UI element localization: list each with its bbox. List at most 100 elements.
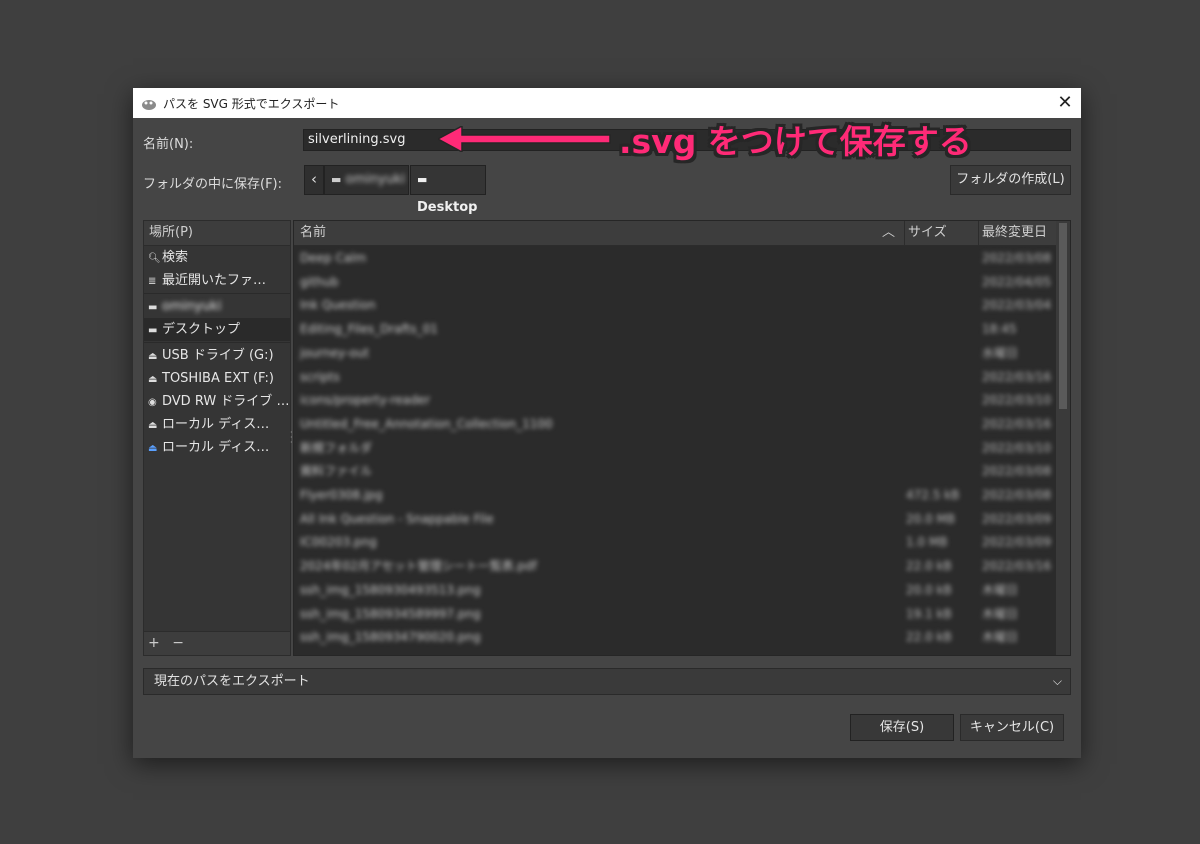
place-dvd-drive[interactable]: ◉ DVD RW ドライブ …: [144, 390, 290, 413]
file-modified: 2022/03/08: [982, 488, 1052, 502]
file-modified: 2022/03/08: [982, 251, 1052, 265]
chevron-down-icon: ⌵: [1052, 674, 1062, 688]
file-name: All Ink Question - Snappable File: [300, 511, 494, 526]
create-folder-button[interactable]: フォルダの作成(L): [950, 165, 1071, 195]
place-desktop[interactable]: ▬ デスクトップ: [144, 318, 290, 341]
table-row[interactable]: 新規フォルダ 2022/03/10: [294, 437, 1056, 460]
places-divider: [144, 342, 290, 343]
file-size: 20.0 MB: [906, 511, 956, 526]
breadcrumb-item-desktop[interactable]: ▬ Desktop: [410, 165, 486, 215]
file-name: Editing_Files_Drafts_01: [300, 322, 438, 337]
table-row[interactable]: 2024年02月アセット管理シート一覧表.pdf 22.0 kB 2022/03/1…: [294, 555, 1056, 578]
file-modified: 2022/03/09: [982, 535, 1052, 550]
export-dialog: パスを SVG 形式でエクスポート ✕ 名前(N): silverlining.…: [133, 88, 1081, 758]
places-header: 場所(P): [144, 221, 290, 246]
column-size[interactable]: サイズ: [904, 221, 947, 245]
search-icon: 🔍︎: [148, 253, 161, 264]
file-name: icons/property-reader: [300, 393, 431, 408]
folder-icon: ▬: [417, 173, 428, 186]
file-name: scripts: [300, 369, 340, 384]
file-name: ssh_img_1580930493513.png: [300, 582, 481, 597]
breadcrumb-label: ominyuki: [345, 172, 406, 187]
cancel-button[interactable]: キャンセル(C): [960, 714, 1064, 741]
file-list: 名前 ︿ サイズ 最終変更日 Deep Calm 2022/03/08 github…: [293, 220, 1071, 656]
file-size: 22.0 kB: [906, 559, 952, 574]
file-modified: 木曜日: [982, 630, 1019, 645]
table-row[interactable]: Ink Question 2022/03/04: [294, 294, 1056, 317]
gimp-icon: [141, 96, 157, 110]
export-mode-select[interactable]: 現在のパスをエクスポート ⌵: [143, 668, 1071, 695]
folder-icon: ▬: [331, 173, 342, 186]
title-bar: パスを SVG 形式でエクスポート ✕: [133, 88, 1081, 118]
place-local-disk-2[interactable]: ⏏ ローカル ディス…: [144, 436, 290, 459]
place-search[interactable]: 🔍︎検索: [144, 246, 290, 269]
file-modified: 2022/04/05: [982, 274, 1052, 289]
table-row[interactable]: ssh_img_1580934790020.png 22.0 kB 木曜日: [294, 626, 1056, 649]
file-name: Flyer0308.jpg: [300, 488, 383, 502]
file-size: 22.0 kB: [906, 630, 952, 645]
folder-icon: ▬: [148, 302, 158, 313]
table-row[interactable]: github 2022/04/05: [294, 271, 1056, 294]
save-button[interactable]: 保存(S): [850, 714, 954, 741]
remove-bookmark-button[interactable]: −: [172, 635, 184, 651]
place-usb-drive[interactable]: ⏏ USB ドライブ (G:): [144, 344, 290, 367]
table-row[interactable]: scripts 2022/03/16: [294, 366, 1056, 389]
table-row[interactable]: 資料ファイル 2022/03/08: [294, 460, 1056, 483]
file-modified: 2022/03/10: [982, 440, 1052, 455]
file-size: 20.0 kB: [906, 582, 952, 597]
save-in-folder-label: フォルダの中に保存(F):: [143, 177, 283, 192]
place-local-disk-1[interactable]: ⏏ ローカル ディス…: [144, 413, 290, 436]
scrollbar-thumb[interactable]: [1059, 223, 1067, 409]
drive-icon: ⏏: [148, 374, 158, 385]
file-modified: 18:45: [982, 322, 1017, 337]
folder-icon: ▬: [148, 325, 158, 336]
table-row[interactable]: Untitled_Free_Annotation_Collection_1100…: [294, 413, 1056, 436]
recent-icon: ≣: [148, 276, 157, 287]
place-home[interactable]: ▬ ominyuki: [144, 295, 290, 318]
breadcrumb-item[interactable]: ▬ ominyuki: [324, 165, 409, 195]
place-recent[interactable]: ≣ 最近開いたファ…: [144, 269, 290, 292]
table-row[interactable]: IC00203.png 1.0 MB 2022/03/09: [294, 531, 1056, 554]
file-name: journey-out: [300, 345, 370, 360]
table-row[interactable]: ssh_img_1580934589997.png 19.1 kB 木曜日: [294, 603, 1056, 626]
table-row[interactable]: journey-out 水曜日: [294, 342, 1056, 365]
places-footer: + −: [144, 631, 290, 655]
file-modified: 2022/03/09: [982, 511, 1052, 526]
file-modified: 2022/03/04: [982, 298, 1052, 313]
file-size: 19.1 kB: [906, 606, 952, 621]
file-name: github: [300, 274, 339, 289]
table-row[interactable]: All Ink Question - Snappable File 20.0 MB…: [294, 508, 1056, 531]
breadcrumb-label: Desktop: [417, 200, 478, 215]
file-name: Untitled_Free_Annotation_Collection_1100: [300, 416, 553, 431]
table-row[interactable]: Flyer0308.jpg 472.5 kB 2022/03/08: [294, 484, 1056, 507]
dvd-icon: ◉: [148, 397, 157, 408]
sort-ascending-icon[interactable]: ︿: [882, 221, 895, 245]
drive-icon: ⏏: [148, 420, 158, 431]
file-modified: 2022/03/16: [982, 559, 1052, 574]
export-mode-value: 現在のパスをエクスポート: [154, 674, 310, 689]
add-bookmark-button[interactable]: +: [148, 635, 160, 651]
file-name: IC00203.png: [300, 535, 377, 550]
file-name: 2024年02月アセット管理シート一覧表.pdf: [300, 559, 537, 574]
file-name: 新規フォルダ: [300, 440, 373, 455]
table-row[interactable]: Editing_Files_Drafts_01 18:45: [294, 318, 1056, 341]
file-modified: 2022/03/16: [982, 369, 1052, 384]
table-row[interactable]: Deep Calm 2022/03/08: [294, 247, 1056, 270]
file-modified: 木曜日: [982, 582, 1019, 597]
table-row[interactable]: ssh_img_1580930493513.png 20.0 kB 木曜日: [294, 579, 1056, 602]
file-size: 472.5 kB: [906, 488, 960, 502]
column-modified[interactable]: 最終変更日: [978, 221, 1047, 245]
places-panel: 場所(P) 🔍︎検索 ≣ 最近開いたファ… ▬ ominyuki ▬ デスクトップ ⏏…: [143, 220, 291, 656]
close-button[interactable]: ✕: [1055, 93, 1075, 113]
file-list-scrollbar[interactable]: [1056, 221, 1070, 655]
column-name[interactable]: 名前: [300, 221, 326, 245]
table-row[interactable]: icons/property-reader 2022/03/10: [294, 389, 1056, 412]
breadcrumb-back-button[interactable]: ‹: [304, 165, 324, 195]
file-modified: 水曜日: [982, 345, 1019, 360]
file-name: ssh_img_1580934589997.png: [300, 606, 481, 621]
file-name: 資料ファイル: [300, 464, 373, 479]
file-name: ssh_img_1580934790020.png: [300, 630, 481, 645]
place-toshiba-ext[interactable]: ⏏ TOSHIBA EXT (F:): [144, 367, 290, 390]
file-modified: 2022/03/10: [982, 393, 1052, 408]
name-label: 名前(N):: [143, 137, 194, 152]
